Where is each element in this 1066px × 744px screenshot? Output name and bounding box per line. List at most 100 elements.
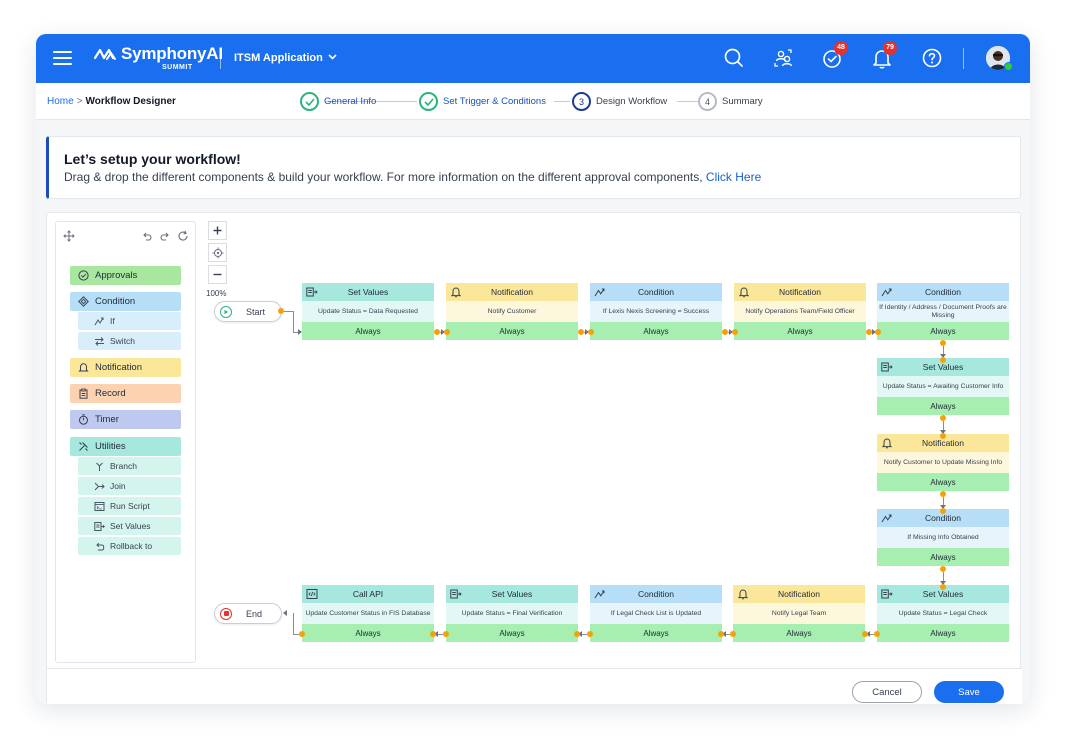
node-always-outcome[interactable]: Always: [877, 548, 1009, 566]
node-description: Update Status = Legal Check: [877, 603, 1009, 624]
node-header: Set Values: [446, 585, 578, 603]
workflow-node-set-values[interactable]: Set Values Update Status = Awaiting Custo…: [877, 358, 1009, 415]
node-always-outcome[interactable]: Always: [446, 322, 578, 340]
workflow-canvas[interactable]: Start End Set Values Update Status = Data…: [47, 213, 1022, 704]
check-icon: [419, 92, 438, 111]
node-description: If Identity / Address / Document Proofs …: [877, 301, 1009, 322]
step-number: 3: [572, 92, 591, 111]
workflow-node-notification[interactable]: Notification Notify Customer to Update Mi…: [877, 434, 1009, 491]
intro-description: Drag & drop the different components & b…: [64, 170, 761, 184]
workflow-node-call-api[interactable]: Call API Update Customer Status in FIS Da…: [302, 585, 434, 642]
connector-line: [293, 634, 299, 635]
node-type: Notification: [778, 287, 822, 297]
page-title: Workflow Designer: [85, 96, 176, 107]
step-label: Summary: [722, 96, 763, 107]
node-always-outcome[interactable]: Always: [733, 624, 865, 642]
workflow-node-notification[interactable]: Notification Notify Customer Always: [446, 283, 578, 340]
save-button[interactable]: Save: [934, 681, 1004, 703]
workflow-node-set-values[interactable]: Set Values Update Status = Data Requested…: [302, 283, 434, 340]
node-always-outcome[interactable]: Always: [302, 624, 434, 642]
connector-dot[interactable]: [874, 631, 880, 637]
brand-name: SymphonyAI: [121, 44, 223, 63]
connector-line: [870, 634, 874, 635]
bell-icon[interactable]: 79: [870, 41, 897, 70]
node-always-outcome[interactable]: Always: [877, 397, 1009, 415]
connector-dot[interactable]: [940, 508, 946, 514]
breadcrumb-home[interactable]: Home: [47, 96, 74, 107]
set-values-icon: [450, 588, 462, 600]
connector-dot[interactable]: [718, 631, 724, 637]
node-header: Call API: [302, 585, 434, 603]
connector-dot[interactable]: [587, 631, 593, 637]
workflow-node-condition[interactable]: Condition If Lexis Nexis Screening = Succ…: [590, 283, 722, 340]
connector-dot[interactable]: [444, 329, 450, 335]
connector-dot[interactable]: [732, 329, 738, 335]
menu-icon[interactable]: [53, 51, 72, 66]
step-summary[interactable]: 4 Summary: [698, 92, 763, 111]
workflow-node-set-values[interactable]: Set Values Update Status = Legal Check Alw…: [877, 585, 1009, 642]
cancel-button[interactable]: Cancel: [852, 681, 922, 703]
node-always-outcome[interactable]: Always: [590, 322, 722, 340]
end-node[interactable]: End: [214, 603, 282, 624]
connector-dot[interactable]: [875, 329, 881, 335]
connector-dot[interactable]: [299, 631, 305, 637]
check-icon: [300, 92, 319, 111]
connector-dot[interactable]: [862, 631, 868, 637]
divider: [963, 48, 964, 69]
user-switch-icon[interactable]: [772, 46, 796, 70]
set-values-icon: [881, 588, 893, 600]
connector-dot[interactable]: [588, 329, 594, 335]
workflow-designer: Approvals Condition If Switch Notificati…: [46, 212, 1022, 704]
connector-dot[interactable]: [574, 631, 580, 637]
node-header: Condition: [590, 283, 722, 301]
node-always-outcome[interactable]: Always: [590, 624, 722, 642]
node-always-outcome[interactable]: Always: [734, 322, 866, 340]
node-header: Notification: [733, 585, 865, 603]
top-bar: SymphonyAI SUMMIT ITSM Application 48 79: [36, 34, 1030, 83]
step-design-workflow[interactable]: 3 Design Workflow: [572, 92, 667, 111]
step-set-trigger[interactable]: Set Trigger & Conditions: [419, 92, 546, 111]
workflow-node-condition[interactable]: Condition If Missing Info Obtained Always: [877, 509, 1009, 566]
breadcrumb-separator: >: [76, 96, 83, 107]
breadcrumb-bar: Home > Workflow Designer General Info Set …: [36, 83, 1030, 120]
start-label: Start: [246, 306, 266, 317]
node-always-outcome[interactable]: Always: [446, 624, 578, 642]
workflow-node-set-values[interactable]: Set Values Update Status = Final Verifica…: [446, 585, 578, 642]
end-label: End: [246, 608, 263, 619]
connector-line: [293, 311, 294, 332]
approvals-icon[interactable]: 48: [821, 41, 848, 70]
online-status-indicator: [1004, 62, 1013, 71]
connector-dot[interactable]: [430, 631, 436, 637]
node-always-outcome[interactable]: Always: [877, 473, 1009, 491]
node-header: Condition: [877, 283, 1009, 301]
node-header: Set Values: [302, 283, 434, 301]
condition-icon: [881, 286, 893, 298]
node-always-outcome[interactable]: Always: [302, 322, 434, 340]
node-type: Set Values: [347, 287, 389, 297]
search-icon[interactable]: [722, 46, 746, 70]
start-node[interactable]: Start: [214, 301, 282, 322]
connector-dot[interactable]: [940, 433, 946, 439]
node-type: Call API: [352, 589, 384, 599]
step-connector: [554, 101, 570, 102]
node-always-outcome[interactable]: Always: [877, 624, 1009, 642]
workflow-node-notification[interactable]: Notification Notify Legal Team Always: [733, 585, 865, 642]
connector-dot[interactable]: [443, 631, 449, 637]
connector-dot[interactable]: [940, 584, 946, 590]
workflow-node-notification[interactable]: Notification Notify Operations Team/Field…: [734, 283, 866, 340]
brand-sub: SUMMIT: [162, 64, 193, 71]
node-header: Notification: [734, 283, 866, 301]
app-switcher[interactable]: ITSM Application: [234, 51, 337, 64]
connector-dot[interactable]: [730, 631, 736, 637]
node-always-outcome[interactable]: Always: [877, 322, 1009, 340]
connector-dot[interactable]: [940, 357, 946, 363]
click-here-link[interactable]: Click Here: [706, 170, 761, 184]
workflow-node-condition[interactable]: Condition If Identity / Address / Documen…: [877, 283, 1009, 340]
intro-card: Let’s setup your workflow! Drag & drop t…: [46, 136, 1021, 199]
step-general-info[interactable]: General Info: [300, 92, 376, 111]
node-type: Condition: [925, 513, 961, 523]
help-icon[interactable]: [920, 46, 944, 70]
workflow-node-condition[interactable]: Condition If Legal Check List is Updated A…: [590, 585, 722, 642]
node-header: Notification: [446, 283, 578, 301]
arrow-right-icon: [298, 329, 302, 335]
